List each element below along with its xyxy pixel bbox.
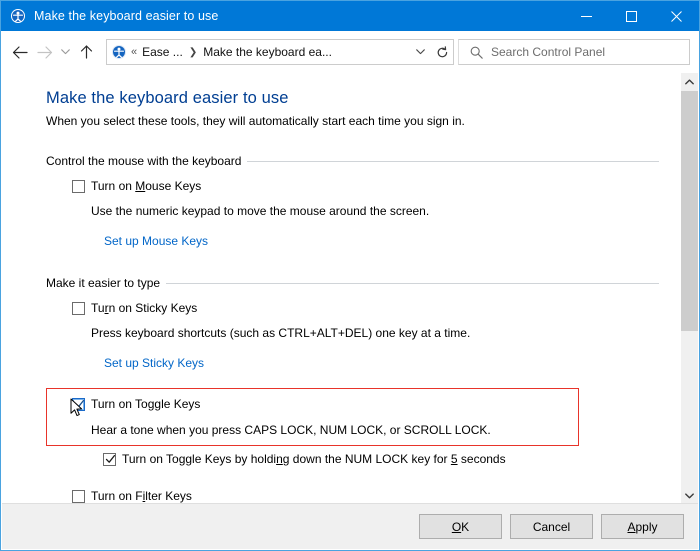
- checkbox-turn-on-toggle-keys[interactable]: [72, 398, 85, 411]
- ease-of-access-icon: [10, 8, 26, 24]
- recent-pages-chevron-down-icon[interactable]: [56, 38, 74, 66]
- breadcrumb-item-ease[interactable]: Ease ...: [142, 45, 183, 59]
- section-divider: [166, 282, 659, 284]
- maximize-button[interactable]: [609, 1, 654, 31]
- search-box[interactable]: Search Control Panel: [458, 39, 690, 65]
- refresh-icon[interactable]: [431, 41, 453, 63]
- window-title: Make the keyboard easier to use: [34, 9, 219, 23]
- up-arrow-icon[interactable]: [74, 38, 98, 66]
- link-set-up-sticky-keys[interactable]: Set up Sticky Keys: [104, 356, 659, 370]
- section-header: Make it easier to type: [46, 276, 659, 290]
- check-mark-icon: [74, 398, 85, 411]
- search-icon: [467, 46, 485, 59]
- title-bar[interactable]: Make the keyboard easier to use: [1, 1, 699, 31]
- checkbox-label-turn-on-mouse-keys: Turn on Mouse Keys: [91, 179, 202, 193]
- control-panel-window: Make the keyboard easier to use « Ease .…: [0, 0, 700, 551]
- back-arrow-icon[interactable]: [8, 38, 32, 66]
- scroll-down-arrow-icon[interactable]: [681, 487, 698, 504]
- breadcrumb-separator-icon[interactable]: ❯: [189, 47, 197, 58]
- forward-arrow-icon: [32, 38, 56, 66]
- breadcrumb-overflow-icon[interactable]: «: [131, 46, 137, 58]
- checkbox-row-filter-keys[interactable]: Turn on Filter Keys: [72, 489, 659, 503]
- section-divider: [247, 160, 659, 162]
- scroll-up-arrow-icon[interactable]: [681, 73, 698, 90]
- window-controls: [564, 1, 699, 31]
- checkbox-turn-on-filter-keys[interactable]: [72, 490, 85, 503]
- address-bar[interactable]: « Ease ... ❯ Make the keyboard ea...: [106, 39, 454, 65]
- checkbox-row-mouse-keys[interactable]: Turn on Mouse Keys: [72, 179, 659, 193]
- checkbox-turn-on-sticky-keys[interactable]: [72, 302, 85, 315]
- section-title: Make it easier to type: [46, 276, 161, 290]
- checkbox-label-toggle-keys-hold-numlock: Turn on Toggle Keys by holding down the …: [122, 452, 506, 466]
- address-chevron-down-icon[interactable]: [409, 41, 431, 63]
- description-mouse-keys: Use the numeric keypad to move the mouse…: [91, 204, 430, 218]
- navigation-bar: « Ease ... ❯ Make the keyboard ea... Sea…: [2, 32, 698, 72]
- address-ease-of-access-icon: [111, 44, 127, 60]
- scroll-thumb[interactable]: [681, 91, 698, 331]
- page-subtitle: When you select these tools, they will a…: [46, 114, 465, 128]
- checkbox-label-turn-on-filter-keys: Turn on Filter Keys: [91, 489, 192, 503]
- checkbox-label-turn-on-toggle-keys: Turn on Toggle Keys: [91, 397, 201, 411]
- checkbox-turn-on-mouse-keys[interactable]: [72, 180, 85, 193]
- ok-button[interactable]: OK: [419, 514, 502, 539]
- check-mark-icon: [105, 453, 116, 466]
- section-make-it-easier-to-type: Make it easier to type Turn on Sticky Ke…: [46, 276, 681, 503]
- apply-button[interactable]: Apply: [601, 514, 684, 539]
- breadcrumb-item-current[interactable]: Make the keyboard ea...: [203, 45, 332, 59]
- vertical-scrollbar[interactable]: [680, 73, 698, 504]
- search-input[interactable]: Search Control Panel: [491, 45, 605, 59]
- link-set-up-mouse-keys[interactable]: Set up Mouse Keys: [104, 234, 659, 248]
- description-sticky-keys: Press keyboard shortcuts (such as CTRL+A…: [91, 326, 471, 340]
- section-control-mouse-with-keyboard: Control the mouse with the keyboard Turn…: [46, 154, 681, 248]
- checkbox-row-sticky-keys[interactable]: Turn on Sticky Keys: [72, 301, 659, 315]
- section-header: Control the mouse with the keyboard: [46, 154, 659, 168]
- section-title: Control the mouse with the keyboard: [46, 154, 242, 168]
- settings-content: Make the keyboard easier to use When you…: [2, 73, 681, 504]
- checkbox-toggle-keys-hold-numlock[interactable]: [103, 453, 116, 466]
- checkbox-label-turn-on-sticky-keys: Turn on Sticky Keys: [91, 301, 198, 315]
- checkbox-row-toggle-keys[interactable]: Turn on Toggle Keys: [72, 397, 659, 411]
- dialog-button-bar: OK Cancel Apply: [2, 503, 698, 549]
- checkbox-row-toggle-keys-numlock[interactable]: Turn on Toggle Keys by holding down the …: [103, 452, 659, 466]
- page-title: Make the keyboard easier to use: [46, 89, 289, 107]
- cancel-button[interactable]: Cancel: [510, 514, 593, 539]
- description-toggle-keys: Hear a tone when you press CAPS LOCK, NU…: [91, 423, 491, 437]
- minimize-button[interactable]: [564, 1, 609, 31]
- close-button[interactable]: [654, 1, 699, 31]
